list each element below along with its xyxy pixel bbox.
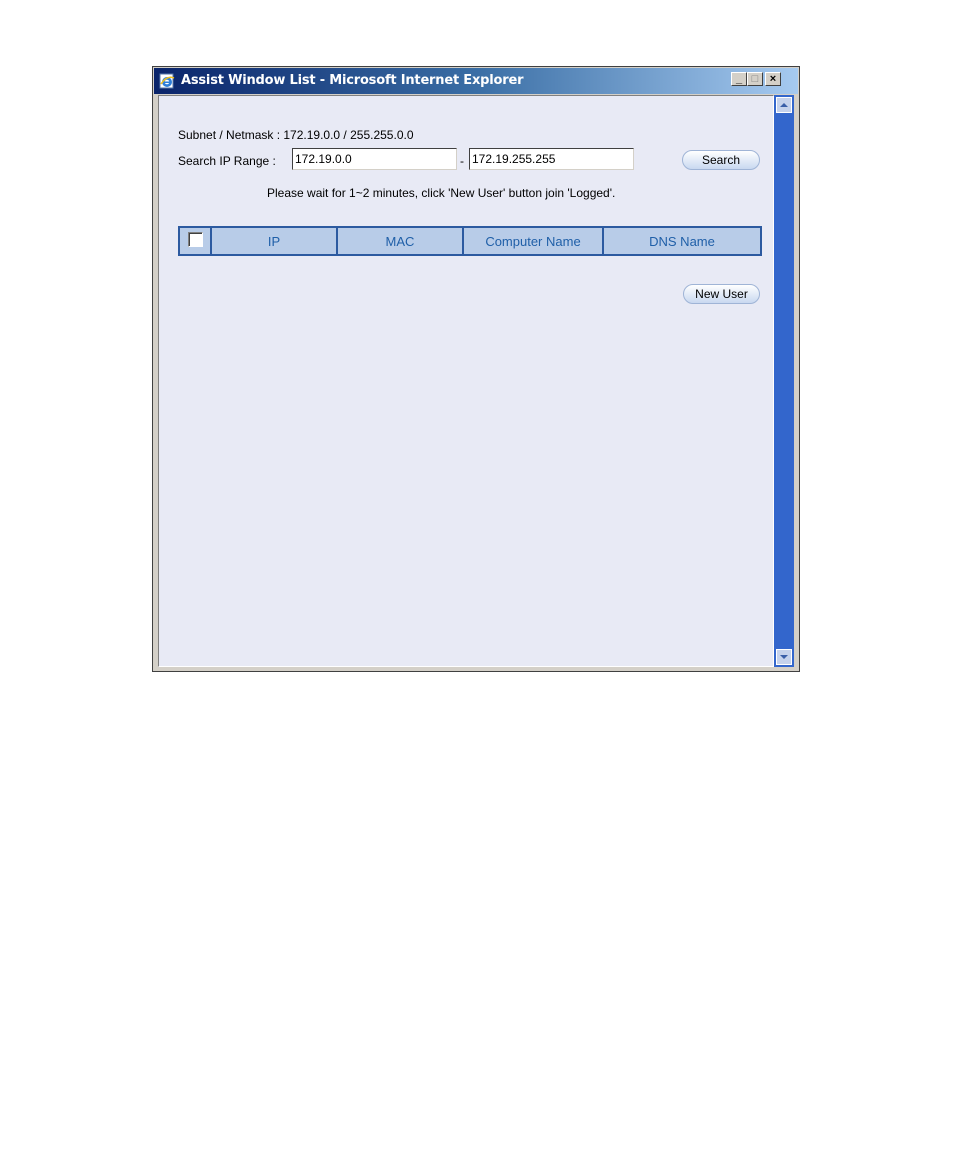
select-all-checkbox[interactable] — [187, 232, 203, 247]
arrow-up-icon — [780, 103, 788, 107]
close-button[interactable]: × — [765, 72, 781, 86]
ip-range-start-input[interactable]: 172.19.0.0 — [292, 148, 457, 170]
close-icon: × — [769, 73, 777, 85]
search-ip-range-label: Search IP Range : — [178, 154, 276, 168]
range-separator: - — [460, 154, 464, 168]
new-user-button[interactable]: New User — [683, 284, 760, 304]
vertical-scrollbar[interactable] — [774, 95, 794, 667]
page-content: Subnet / Netmask : 172.19.0.0 / 255.255.… — [158, 95, 774, 667]
table-header-row: IP MAC Computer Name DNS Name — [178, 226, 762, 256]
minimize-button[interactable]: _ — [731, 72, 747, 86]
arrow-down-icon — [780, 655, 788, 659]
maximize-icon: □ — [751, 73, 759, 85]
wait-notice: Please wait for 1~2 minutes, click 'New … — [267, 186, 616, 200]
title-bar[interactable]: Assist Window List - Microsoft Internet … — [154, 68, 798, 94]
browser-window: Assist Window List - Microsoft Internet … — [152, 66, 800, 672]
maximize-button[interactable]: □ — [747, 72, 763, 86]
column-header-computer-name[interactable]: Computer Name — [462, 226, 604, 256]
column-header-mac[interactable]: MAC — [336, 226, 464, 256]
scroll-down-button[interactable] — [776, 649, 792, 665]
column-header-dns-name[interactable]: DNS Name — [602, 226, 762, 256]
internet-explorer-icon — [159, 73, 175, 89]
select-all-cell — [178, 226, 212, 256]
host-table: IP MAC Computer Name DNS Name — [178, 226, 762, 256]
minimize-icon: _ — [735, 73, 743, 85]
scroll-up-button[interactable] — [776, 97, 792, 113]
column-header-ip[interactable]: IP — [210, 226, 338, 256]
ip-range-end-input[interactable]: 172.19.255.255 — [469, 148, 634, 170]
window-title: Assist Window List - Microsoft Internet … — [181, 73, 524, 88]
subnet-netmask-label: Subnet / Netmask : 172.19.0.0 / 255.255.… — [178, 128, 414, 142]
search-button[interactable]: Search — [682, 150, 760, 170]
